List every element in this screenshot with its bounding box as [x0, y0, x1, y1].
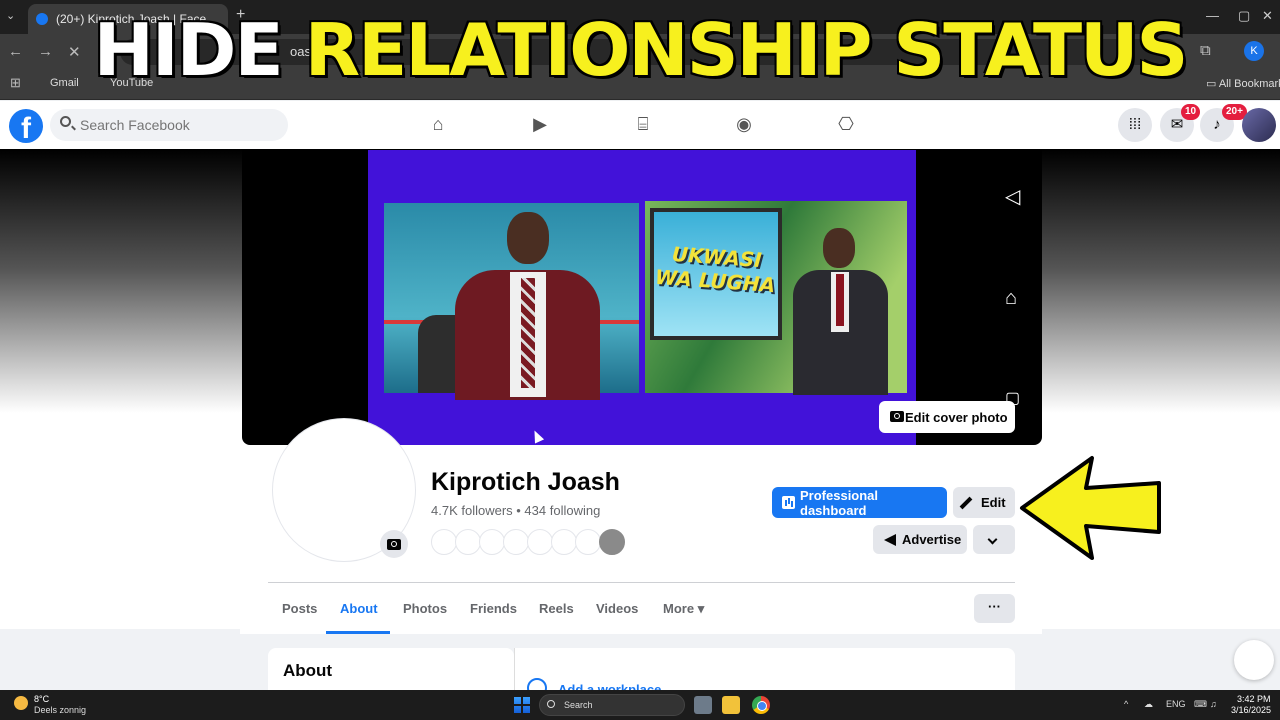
- windows-start-icon[interactable]: [514, 697, 530, 713]
- headline-part-1: HIDE: [93, 8, 305, 92]
- menu-grid-icon[interactable]: ⁞⁞⁞: [1118, 108, 1152, 142]
- task-view-icon[interactable]: [694, 696, 712, 714]
- friend-avatar[interactable]: [575, 529, 601, 555]
- tabs-divider: [268, 582, 1015, 583]
- tab-reels[interactable]: Reels: [539, 601, 574, 616]
- tab-about[interactable]: About: [340, 601, 378, 616]
- taskbar-time[interactable]: 3:42 PM: [1237, 694, 1271, 704]
- search-icon: [60, 116, 71, 127]
- floating-chat-button[interactable]: [1234, 640, 1274, 680]
- dashboard-chart-icon: [782, 496, 795, 509]
- gaming-nav-icon[interactable]: ⎔: [834, 114, 858, 136]
- weather-sun-icon[interactable]: [14, 696, 28, 710]
- network-icon[interactable]: ⌨: [1194, 699, 1207, 710]
- tab-friends[interactable]: Friends: [470, 601, 517, 616]
- profile-picture-camera-button[interactable]: [380, 530, 408, 558]
- video-nav-icon[interactable]: ▶: [528, 114, 552, 136]
- facebook-search-input[interactable]: [50, 109, 288, 141]
- onedrive-cloud-icon[interactable]: ☁: [1144, 699, 1153, 710]
- student-figure: [455, 212, 605, 400]
- home-nav-icon[interactable]: ⌂: [426, 114, 450, 136]
- search-icon: [547, 700, 555, 708]
- presenter-figure: [793, 228, 888, 395]
- camera-icon: [387, 539, 401, 550]
- friend-avatar[interactable]: [527, 529, 553, 555]
- account-avatar[interactable]: [1242, 108, 1276, 142]
- video-caption: UKWASI WA LUGHA: [654, 241, 777, 298]
- megaphone-icon: [884, 534, 896, 546]
- groups-nav-icon[interactable]: ◉: [732, 114, 756, 136]
- friend-avatar[interactable]: [431, 529, 457, 555]
- tab-more-label: More: [663, 601, 695, 616]
- facebook-logo[interactable]: f: [9, 109, 43, 143]
- active-tab-indicator: [326, 631, 390, 634]
- friend-avatar[interactable]: [551, 529, 577, 555]
- professional-dashboard-button[interactable]: Professional dashboard: [772, 487, 947, 518]
- tab-posts[interactable]: Posts: [282, 601, 317, 616]
- headline-part-2: RELATIONSHIP STATUS: [304, 8, 1189, 92]
- caret-down-icon: ▾: [697, 601, 705, 616]
- friend-avatar[interactable]: [455, 529, 481, 555]
- tabs-more-options-button[interactable]: ···: [974, 594, 1015, 623]
- weather-description: Deels zonnig: [34, 705, 87, 715]
- yellow-arrow-annotation: [1020, 456, 1161, 560]
- file-explorer-icon[interactable]: [722, 696, 740, 714]
- friend-avatar[interactable]: [479, 529, 505, 555]
- android-home-icon: ⌂: [1005, 287, 1018, 309]
- friend-avatar[interactable]: [503, 529, 529, 555]
- profile-name: Kiprotich Joash: [431, 468, 620, 496]
- messenger-badge: 10: [1181, 104, 1201, 120]
- android-back-icon: ◁: [1005, 186, 1021, 208]
- taskbar-search-button[interactable]: Search: [539, 694, 685, 716]
- tab-more[interactable]: More ▾: [663, 601, 704, 617]
- tray-chevron-icon[interactable]: ^: [1124, 699, 1128, 709]
- tab-photos[interactable]: Photos: [403, 601, 447, 616]
- camera-icon: [890, 411, 904, 422]
- followers-count[interactable]: 4.7K followers • 434 following: [431, 503, 600, 518]
- input-language[interactable]: ENG: [1166, 699, 1186, 709]
- about-title: About: [283, 661, 333, 680]
- marketplace-nav-icon[interactable]: ⌸: [631, 114, 655, 136]
- friend-avatar[interactable]: [599, 529, 625, 555]
- chrome-taskbar-icon[interactable]: [752, 696, 770, 714]
- tab-videos[interactable]: Videos: [596, 601, 638, 616]
- volume-icon[interactable]: ♫: [1210, 699, 1217, 709]
- video-headline: HIDE RELATIONSHIP STATUS: [0, 0, 1280, 100]
- weather-temperature: 8°C: [34, 694, 50, 704]
- taskbar-date[interactable]: 3/16/2025: [1231, 705, 1271, 715]
